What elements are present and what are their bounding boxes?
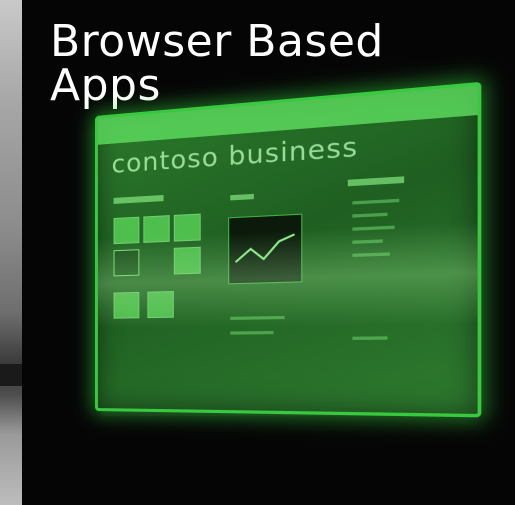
tablet-screen: contoso business — [95, 81, 482, 418]
list-line — [230, 330, 274, 335]
list-line — [352, 336, 388, 340]
side-gradient-strip — [0, 0, 22, 505]
side-dark-band — [0, 364, 22, 386]
slide: Browser Based Apps contoso business — [0, 0, 515, 505]
list-line — [352, 198, 400, 205]
section-label-right — [347, 176, 405, 187]
section-label-middle — [230, 193, 254, 201]
section-label-left — [113, 194, 164, 204]
list-line — [352, 212, 388, 218]
screen-glare — [97, 221, 478, 329]
tablet-illustration: contoso business — [95, 81, 482, 418]
